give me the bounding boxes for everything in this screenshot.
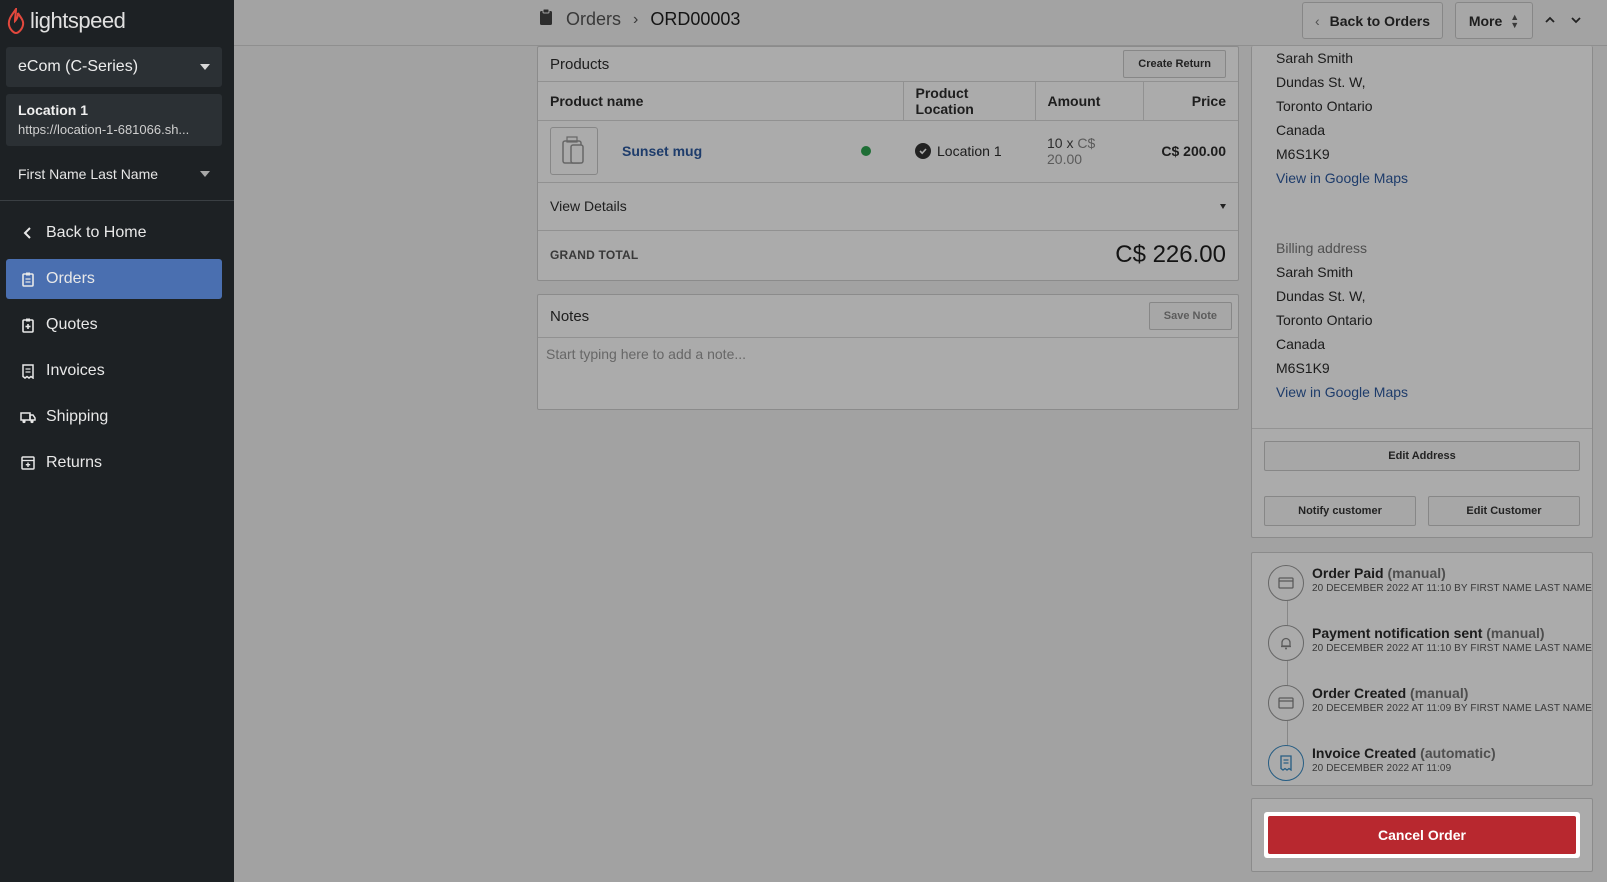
column-header: Product Location: [903, 82, 1036, 121]
credit-card-icon: [1268, 685, 1304, 721]
cancel-order-highlight: Cancel Order: [1264, 812, 1580, 858]
clipboard-icon: [538, 8, 554, 31]
grand-total-value: C$ 226.00: [1115, 240, 1226, 268]
notes-card: Notes Save Note Start typing here to add…: [537, 294, 1239, 410]
products-title: Products: [550, 55, 610, 73]
more-button[interactable]: More ▲ ▼: [1455, 2, 1533, 39]
location-url[interactable]: https://location-1-681066.sh...: [18, 122, 210, 137]
lightspeed-logo[interactable]: lightspeed: [6, 6, 126, 36]
shipping-address: Sarah Smith Dundas St. W, Toronto Ontari…: [1276, 46, 1408, 190]
sidebar-nav: Back to Home Orders Quotes Invoices Ship…: [6, 213, 222, 489]
sidebar: lightspeed eCom (C-Series) Location 1 ht…: [0, 0, 234, 882]
table-row: Sunset mug Location 1 10 x C$ 20.00 C$ 2…: [538, 120, 1238, 183]
timeline-item: Order Paid (manual) 20 DECEMBER 2022 AT …: [1268, 565, 1592, 601]
products-table: Product name Product Location Amount Pri…: [538, 82, 1238, 183]
grand-total-row: GRAND TOTAL C$ 226.00: [538, 231, 1238, 279]
order-timeline: Order Paid (manual) 20 DECEMBER 2022 AT …: [1251, 552, 1593, 786]
billing-google-maps-link[interactable]: View in Google Maps: [1276, 380, 1408, 404]
billing-address-label: Billing address: [1276, 240, 1368, 256]
save-note-button[interactable]: Save Note: [1148, 302, 1232, 330]
store-name: eCom (C-Series): [18, 58, 139, 75]
chevron-left-icon: ‹: [1314, 12, 1320, 29]
bell-icon: [1268, 625, 1304, 661]
clipboard-icon: [18, 269, 38, 289]
back-to-orders-button[interactable]: ‹ Back to Orders: [1302, 2, 1443, 39]
location-box[interactable]: Location 1 https://location-1-681066.sh.…: [6, 94, 222, 146]
chevron-down-icon: [1571, 17, 1581, 24]
sidebar-item-label: Returns: [46, 454, 103, 471]
user-name: First Name Last Name: [18, 166, 159, 182]
product-price: C$ 200.00: [1143, 120, 1238, 183]
notes-title: Notes: [550, 307, 590, 325]
sidebar-item-orders[interactable]: Orders: [6, 259, 222, 299]
page-title: ORD00003: [650, 9, 741, 29]
logo-text: lightspeed: [30, 8, 126, 33]
note-textarea[interactable]: Start typing here to add a note...: [538, 338, 1238, 370]
product-qty: 10 x: [1047, 135, 1074, 151]
store-selector[interactable]: eCom (C-Series): [6, 47, 222, 87]
return-box-icon: [18, 453, 38, 473]
sidebar-divider: [0, 200, 234, 201]
timeline-item: Order Created (manual) 20 DECEMBER 2022 …: [1268, 685, 1592, 721]
receipt-icon: [1268, 745, 1304, 781]
customer-address-card: Sarah Smith Dundas St. W, Toronto Ontari…: [1251, 46, 1593, 538]
caret-down-icon: [200, 64, 210, 70]
breadcrumb-orders-link[interactable]: Orders: [566, 9, 621, 30]
truck-icon: [18, 407, 38, 427]
notify-customer-button[interactable]: Notify customer: [1264, 496, 1416, 526]
previous-order-button[interactable]: [1538, 8, 1562, 32]
sort-icon: ▲ ▼: [1510, 11, 1520, 30]
check-circle-icon: [915, 143, 931, 159]
credit-card-icon: [1268, 565, 1304, 601]
products-card: Products Create Return Product name Prod…: [537, 46, 1239, 281]
edit-address-button[interactable]: Edit Address: [1264, 441, 1580, 471]
sidebar-item-invoices[interactable]: Invoices: [6, 351, 222, 391]
sidebar-item-label: Quotes: [46, 316, 98, 333]
sidebar-item-back-home[interactable]: Back to Home: [6, 213, 222, 253]
flame-icon: [7, 8, 25, 34]
column-header: Product name: [538, 82, 904, 121]
breadcrumb: Orders › ORD00003: [538, 8, 740, 31]
sidebar-item-label: Orders: [46, 270, 95, 287]
sidebar-item-label: Shipping: [46, 408, 109, 425]
product-location: Location 1: [937, 143, 1002, 159]
product-thumbnail: [550, 127, 598, 175]
caret-down-icon: [200, 171, 210, 177]
chevron-right-icon: ›: [633, 10, 639, 28]
notes-header: Notes Save Note: [538, 295, 1238, 338]
products-header: Products Create Return: [538, 47, 1238, 82]
chevron-left-icon: [18, 223, 38, 243]
sidebar-item-returns[interactable]: Returns: [6, 443, 222, 483]
sidebar-item-label: Back to Home: [46, 224, 147, 241]
column-header: Price: [1143, 82, 1238, 121]
quote-icon: [18, 315, 38, 335]
location-title: Location 1: [18, 102, 89, 118]
cancel-order-button[interactable]: Cancel Order: [1268, 816, 1576, 854]
view-details-toggle[interactable]: View Details: [538, 183, 1238, 231]
create-return-button[interactable]: Create Return: [1123, 50, 1226, 78]
invoice-icon: [18, 361, 38, 381]
top-bar: Orders › ORD00003 ‹ Back to Orders More …: [234, 0, 1607, 46]
timeline-item: Payment notification sent (manual) 20 DE…: [1268, 625, 1592, 661]
grand-total-label: GRAND TOTAL: [550, 247, 639, 262]
sidebar-item-label: Invoices: [46, 362, 105, 379]
shipping-google-maps-link[interactable]: View in Google Maps: [1276, 166, 1408, 190]
product-name-link[interactable]: Sunset mug: [622, 143, 702, 159]
product-image-placeholder-icon: [562, 136, 584, 164]
timeline-item: Invoice Created (automatic) 20 DECEMBER …: [1268, 745, 1496, 781]
column-header: Amount: [1035, 82, 1144, 121]
divider: [1252, 428, 1592, 429]
chevron-up-icon: [1545, 16, 1555, 23]
sidebar-item-quotes[interactable]: Quotes: [6, 305, 222, 345]
billing-address: Billing address Sarah Smith Dundas St. W…: [1276, 236, 1408, 404]
user-menu[interactable]: First Name Last Name: [6, 160, 222, 188]
next-order-button[interactable]: [1564, 8, 1588, 32]
sidebar-item-shipping[interactable]: Shipping: [6, 397, 222, 437]
edit-customer-button[interactable]: Edit Customer: [1428, 496, 1580, 526]
timeline-connector: [1287, 583, 1288, 763]
status-dot: [861, 146, 871, 156]
caret-down-icon: [1220, 203, 1226, 209]
